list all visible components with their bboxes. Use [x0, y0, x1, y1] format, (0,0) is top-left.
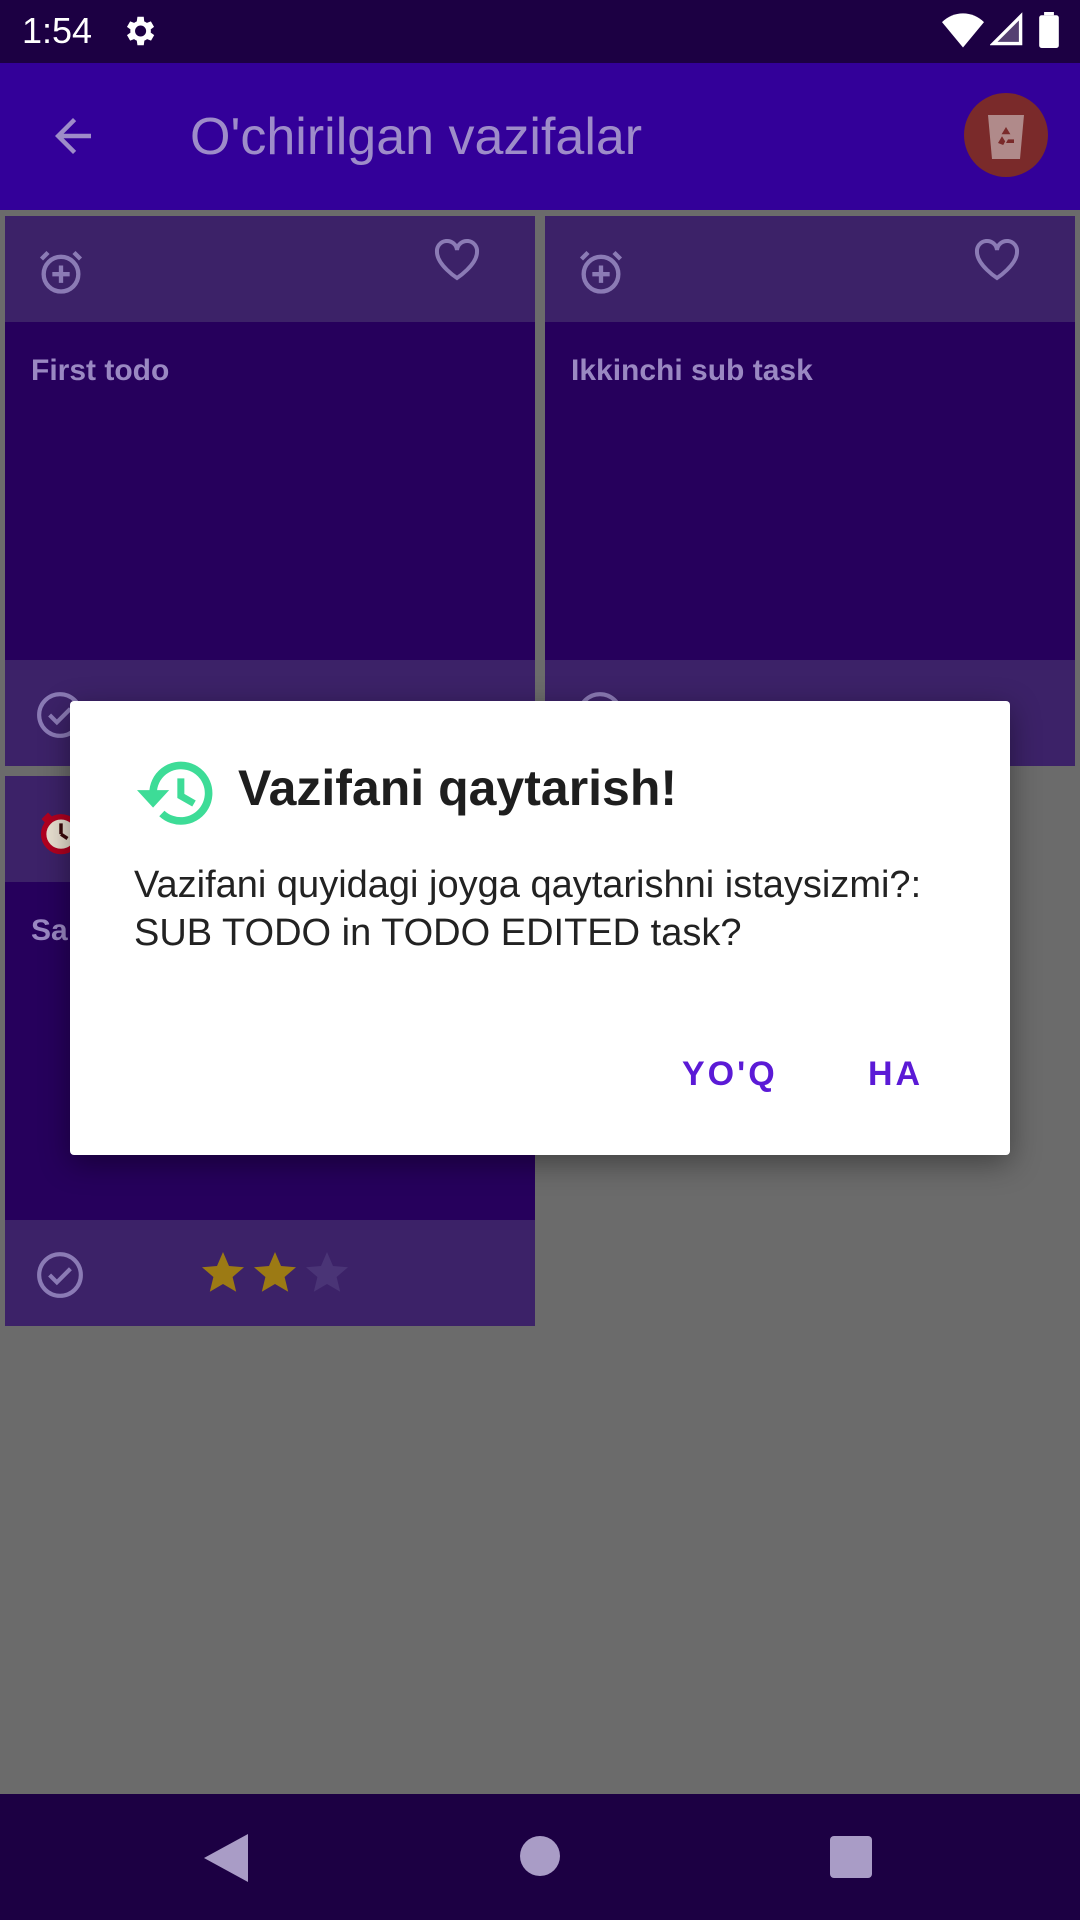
battery-icon — [1039, 12, 1059, 48]
star-filled-icon[interactable] — [251, 1248, 299, 1296]
card-title: Ikkinchi sub task — [571, 354, 813, 387]
check-circle-icon[interactable] — [35, 1250, 85, 1300]
card-title: First todo — [31, 354, 170, 387]
gear-icon — [126, 16, 155, 46]
nav-recents-icon[interactable] — [830, 1836, 872, 1878]
signal-icon — [990, 12, 1023, 46]
wifi-icon — [942, 13, 984, 48]
star-empty-icon[interactable] — [303, 1248, 351, 1296]
yes-button[interactable]: HA — [868, 1055, 923, 1094]
heart-outline-icon[interactable] — [973, 238, 1021, 282]
restore-history-icon — [137, 761, 213, 825]
navigation-bar — [0, 1794, 1080, 1920]
alarm-add-icon[interactable] — [35, 246, 87, 298]
card-title: Sa — [31, 914, 68, 947]
heart-outline-icon[interactable] — [433, 238, 481, 282]
task-card[interactable]: First todo — [5, 216, 535, 766]
nav-home-icon[interactable] — [520, 1836, 560, 1876]
star-rating[interactable] — [199, 1248, 351, 1298]
status-bar: 1:54 — [0, 0, 1080, 63]
restore-dialog: Vazifani qaytarish! Vazifani quyidagi jo… — [70, 701, 1010, 1155]
dialog-message: Vazifani quyidagi joyga qaytarishni ista… — [134, 864, 922, 954]
task-card[interactable]: Ikkinchi sub task — [545, 216, 1075, 766]
empty-trash-button[interactable] — [964, 93, 1048, 177]
alarm-add-icon[interactable] — [575, 246, 627, 298]
trash-recycle-icon — [988, 115, 1024, 159]
card-header — [5, 216, 535, 322]
star-filled-icon[interactable] — [199, 1248, 247, 1296]
dialog-title: Vazifani qaytarish! — [238, 760, 678, 816]
status-time: 1:54 — [22, 10, 93, 51]
card-footer — [5, 1220, 535, 1326]
card-header — [545, 216, 1075, 322]
app-bar: O'chirilgan vazifalar — [0, 63, 1080, 210]
no-button[interactable]: YO'Q — [682, 1055, 778, 1094]
page-title: O'chirilgan vazifalar — [190, 108, 643, 166]
nav-back-icon[interactable] — [204, 1834, 248, 1882]
arrow-back-icon[interactable] — [46, 109, 100, 163]
